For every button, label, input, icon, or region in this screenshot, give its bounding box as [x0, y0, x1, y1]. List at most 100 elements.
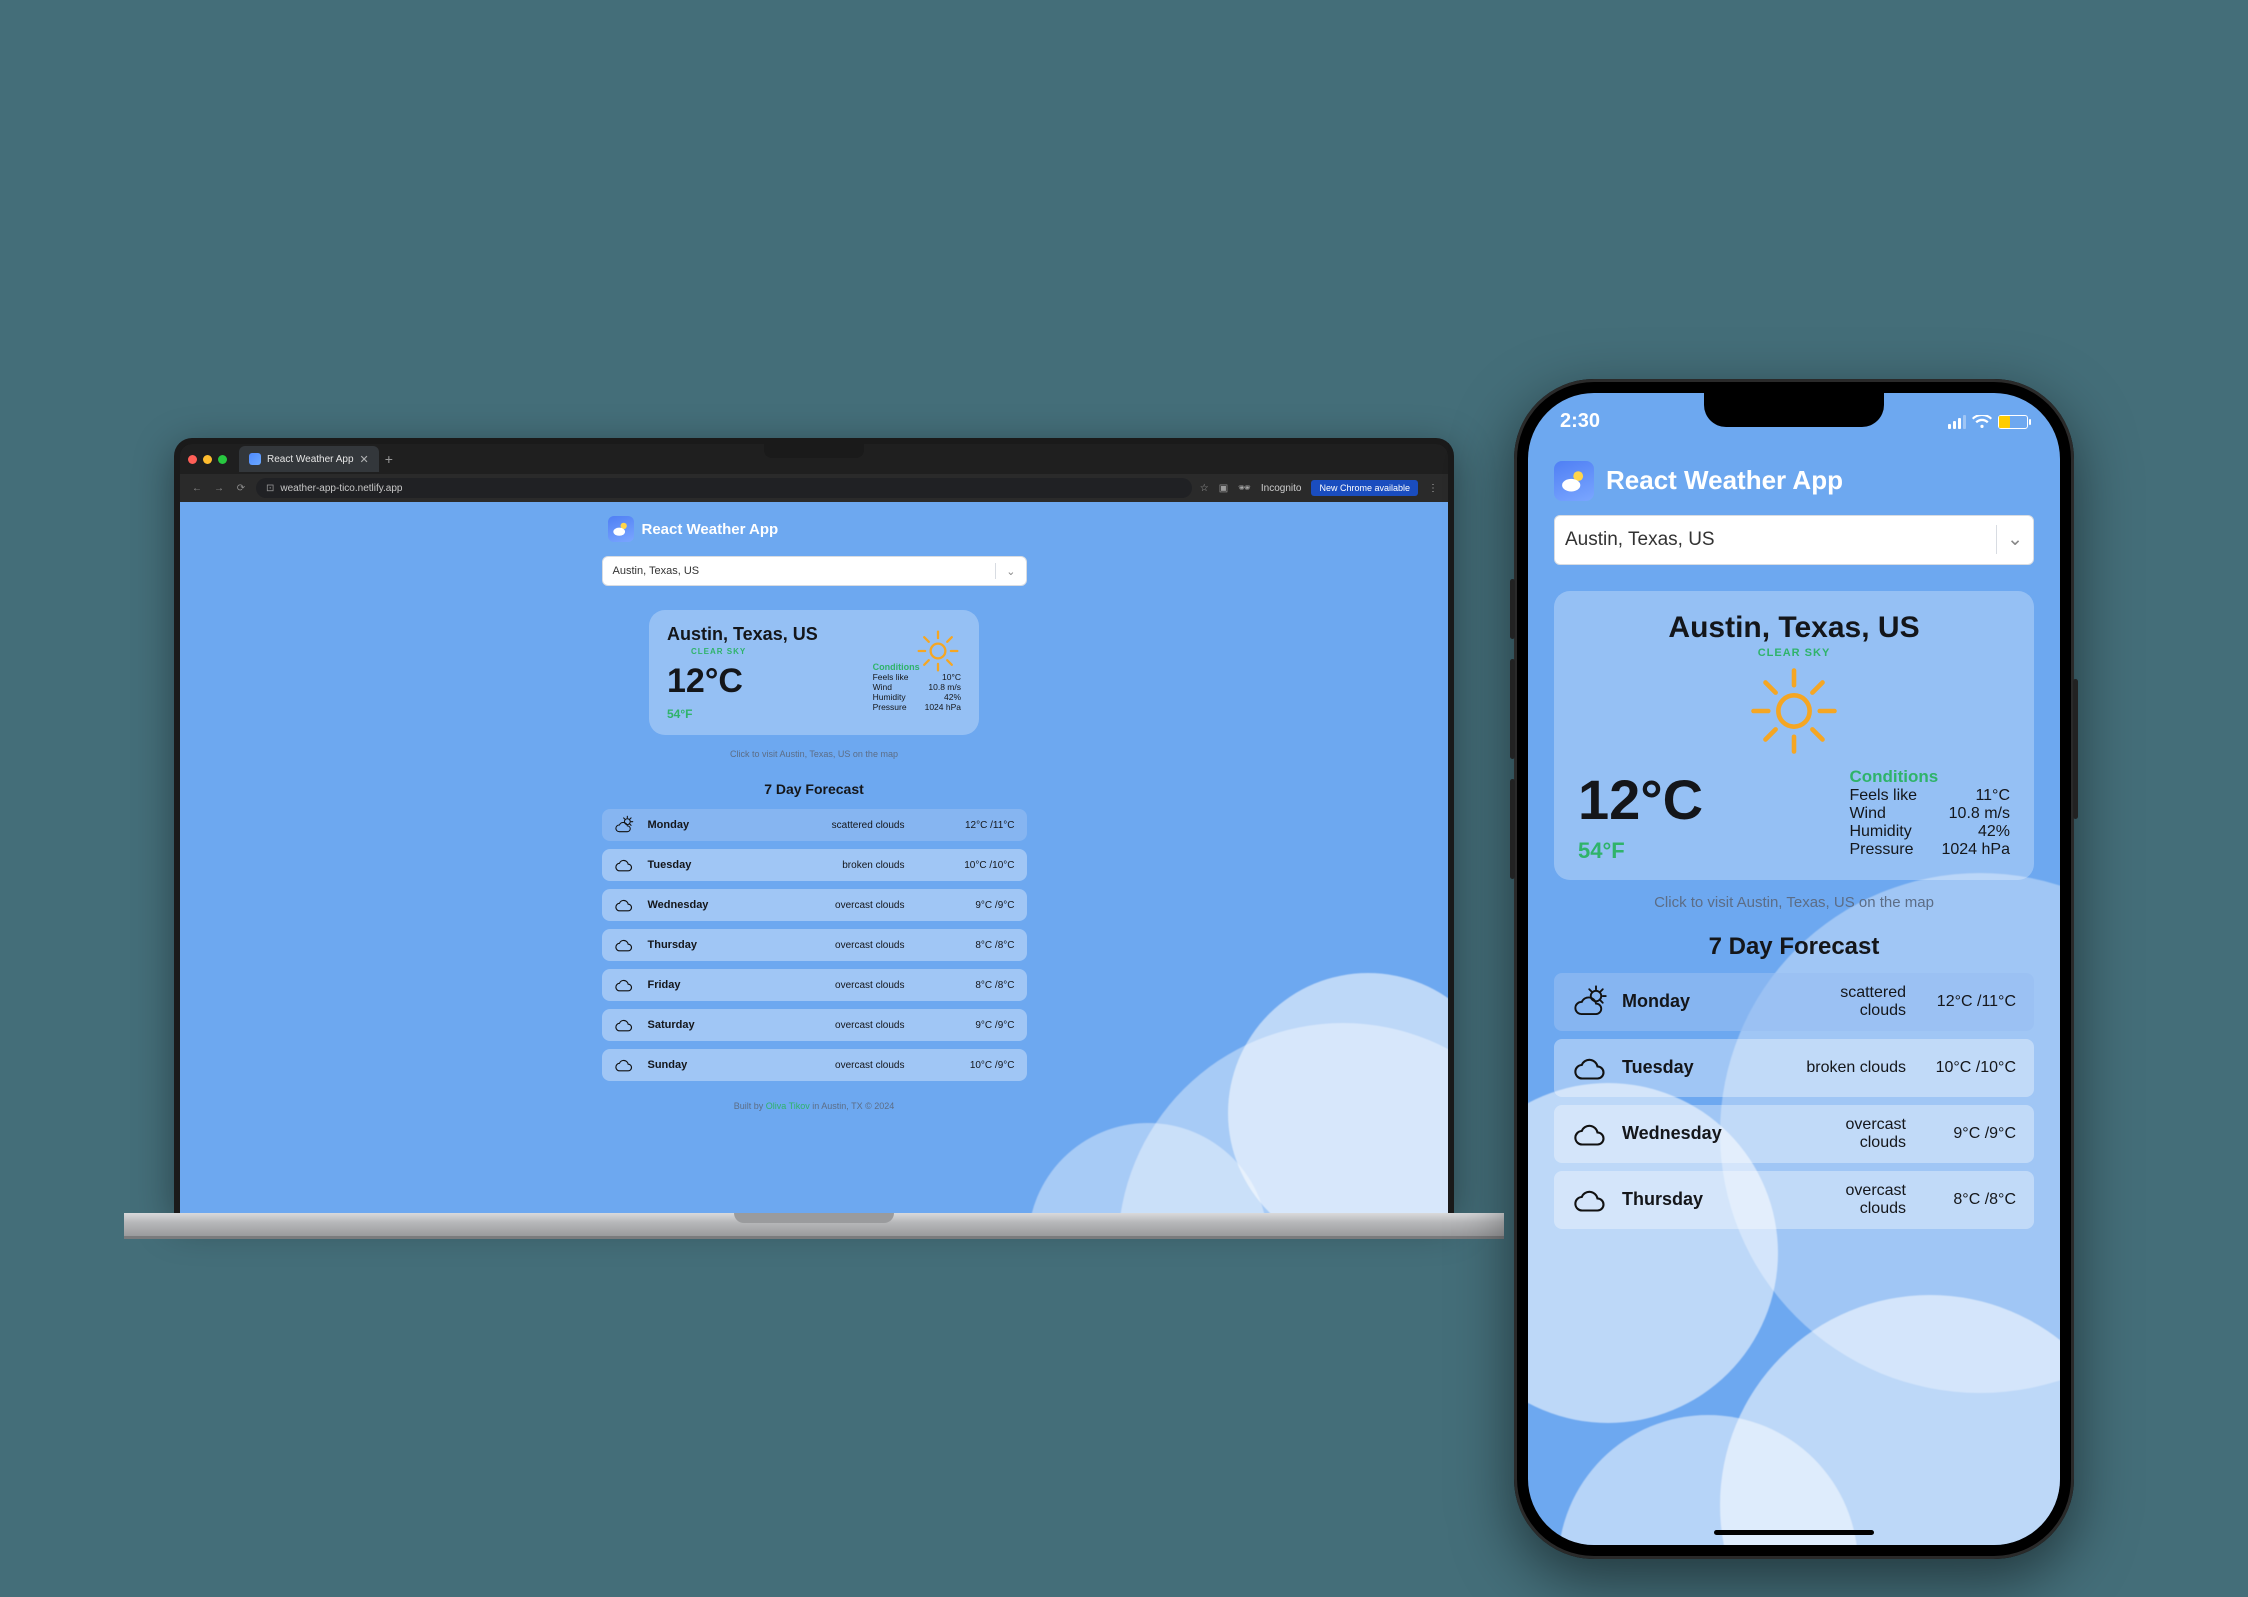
forecast-icon [614, 1055, 634, 1075]
current-weather-card: Austin, Texas, US CLEAR SKY [1554, 591, 2034, 880]
forecast-row[interactable]: Mondayscattered clouds12°C /11°C [1554, 973, 2034, 1031]
location-search-select[interactable]: Austin, Texas, US ⌄ [602, 556, 1027, 586]
forecast-temps: 8°C /8°C [919, 940, 1015, 951]
forecast-day: Monday [1622, 991, 1742, 1012]
forecast-temps: 9°C /9°C [919, 900, 1015, 911]
status-time: 2:30 [1560, 410, 1600, 433]
app-footer: Built by Oliva Tikov in Austin, TX © 202… [734, 1101, 895, 1111]
cloud-icon [614, 1055, 634, 1075]
forecast-desc: broken clouds [842, 860, 904, 871]
forecast-desc: scattered clouds [832, 820, 905, 831]
site-info-icon[interactable]: ⊡ [266, 483, 274, 494]
forecast-temps: 10°C /10°C [919, 860, 1015, 871]
new-tab-button[interactable]: + [385, 451, 393, 467]
forecast-icon [614, 895, 634, 915]
forecast-row[interactable]: Wednesday overcast clouds 9°C /9°C [602, 889, 1027, 921]
map-link[interactable]: Click to visit Austin, Texas, US on the … [1654, 894, 1934, 911]
cloud-icon [614, 895, 634, 915]
cloud-icon [1572, 1116, 1608, 1152]
chevron-down-icon: ⌄ [1006, 565, 1015, 578]
forecast-day: Wednesday [1622, 1123, 1742, 1144]
forecast-day: Tuesday [1622, 1057, 1742, 1078]
forecast-row[interactable]: Monday scattered clouds 12°C /11°C [602, 809, 1027, 841]
sun-icon [915, 628, 961, 674]
bookmark-icon[interactable]: ☆ [1200, 483, 1209, 494]
url-input[interactable]: ⊡ weather-app-tico.netlify.app [256, 478, 1192, 498]
forecast-temps: 10°C /9°C [919, 1060, 1015, 1071]
weather-app-mobile: React Weather App Austin, Texas, US ⌄ Au… [1528, 443, 2060, 1545]
macbook-notch [764, 444, 864, 458]
incognito-label: Incognito [1261, 483, 1302, 494]
forecast-temps: 10°C /10°C [1920, 1059, 2016, 1077]
chrome-update-pill[interactable]: New Chrome available [1311, 480, 1418, 496]
macbook-base [124, 1213, 1504, 1239]
forecast-desc: overcast clouds [835, 1020, 904, 1031]
forecast-icon [1572, 1182, 1608, 1218]
app-brand: React Weather App [608, 516, 779, 542]
nav-reload-icon[interactable]: ⟳ [234, 483, 248, 494]
forecast-row[interactable]: Tuesday broken clouds 10°C /10°C [602, 849, 1027, 881]
forecast-day: Monday [648, 819, 738, 831]
browser-address-bar: ← → ⟳ ⊡ weather-app-tico.netlify.app ☆ ▣… [180, 474, 1448, 502]
forecast-row[interactable]: Sundayovercast clouds10°C /9°C [602, 1049, 1027, 1081]
forecast-icon [614, 815, 634, 835]
forecast-desc: broken clouds [1806, 1059, 1906, 1077]
forecast-row[interactable]: Tuesday broken clouds 10°C /10°C [1554, 1039, 2034, 1097]
forecast-row[interactable]: Thursday overcast clouds 8°C /8°C [602, 929, 1027, 961]
author-link[interactable]: Oliva Tikov [766, 1101, 810, 1111]
forecast-icon [614, 935, 634, 955]
forecast-row[interactable]: Wednesdayovercast clouds9°C /9°C [1554, 1105, 2034, 1163]
forecast-desc: overcast clouds [835, 900, 904, 911]
forecast-day: Thursday [648, 939, 738, 951]
search-value: Austin, Texas, US [1565, 529, 1715, 551]
forecast-desc: overcast clouds [835, 980, 904, 991]
forecast-row[interactable]: Saturdayovercast clouds9°C /9°C [602, 1009, 1027, 1041]
nav-forward-icon[interactable]: → [212, 483, 226, 494]
browser-window: React Weather App ✕ + ← → ⟳ ⊡ weather-ap… [180, 444, 1448, 1213]
temperature-fahrenheit: 54°F [667, 707, 743, 721]
forecast-row[interactable]: Thursdayovercast clouds8°C /8°C [1554, 1171, 2034, 1229]
tab-close-icon[interactable]: ✕ [360, 453, 369, 466]
forecast-icon [1572, 1050, 1608, 1086]
tab-title: React Weather App [267, 454, 354, 465]
forecast-row[interactable]: Fridayovercast clouds8°C /8°C [602, 969, 1027, 1001]
forecast-day: Tuesday [648, 859, 738, 871]
nav-back-icon[interactable]: ← [190, 483, 204, 494]
cloud-icon [1572, 1050, 1608, 1086]
forecast-day: Sunday [648, 1059, 738, 1071]
window-traffic-lights[interactable] [188, 455, 227, 464]
brand-rest: Weather App [1677, 465, 1843, 495]
forecast-temps: 12°C /11°C [919, 820, 1015, 831]
forecast-icon [1572, 1116, 1608, 1152]
cloud-icon [614, 1015, 634, 1035]
forecast-day: Wednesday [648, 899, 738, 911]
map-link[interactable]: Click to visit Austin, Texas, US on the … [730, 749, 898, 759]
forecast-desc: overcast clouds [1796, 1182, 1906, 1218]
weather-app-desktop: React Weather App Austin, Texas, US ⌄ Au… [180, 502, 1448, 1213]
forecast-temps: 12°C /11°C [1920, 993, 2016, 1011]
temperature-fahrenheit: 54°F [1578, 838, 1703, 864]
brand-rest: Weather App [682, 521, 778, 538]
browser-menu-icon[interactable]: ⋮ [1428, 483, 1438, 494]
card-sky: CLEAR SKY [1578, 647, 2010, 659]
extensions-icon[interactable]: ▣ [1219, 483, 1228, 494]
card-location: Austin, Texas, US [1578, 611, 2010, 645]
forecast-temps: 9°C /9°C [919, 1020, 1015, 1031]
tab-favicon [249, 453, 261, 465]
location-search-select[interactable]: Austin, Texas, US ⌄ [1554, 515, 2034, 565]
forecast-day: Thursday [1622, 1189, 1742, 1210]
cloud-icon [614, 855, 634, 875]
brand-bold: React [642, 521, 683, 538]
forecast-list: Mondayscattered clouds12°C /11°C Tuesday… [1554, 973, 2034, 1229]
sun-icon [1748, 665, 1840, 757]
app-logo-icon [1554, 461, 1594, 501]
macbook-device: React Weather App ✕ + ← → ⟳ ⊡ weather-ap… [174, 438, 1454, 1239]
search-value: Austin, Texas, US [613, 565, 700, 577]
forecast-day: Friday [648, 979, 738, 991]
home-indicator[interactable] [1714, 1530, 1874, 1535]
browser-tab[interactable]: React Weather App ✕ [239, 446, 379, 472]
forecast-desc: overcast clouds [1796, 1116, 1906, 1152]
forecast-icon [1572, 984, 1608, 1020]
forecast-desc: overcast clouds [835, 940, 904, 951]
forecast-title: 7 Day Forecast [1709, 933, 1880, 961]
